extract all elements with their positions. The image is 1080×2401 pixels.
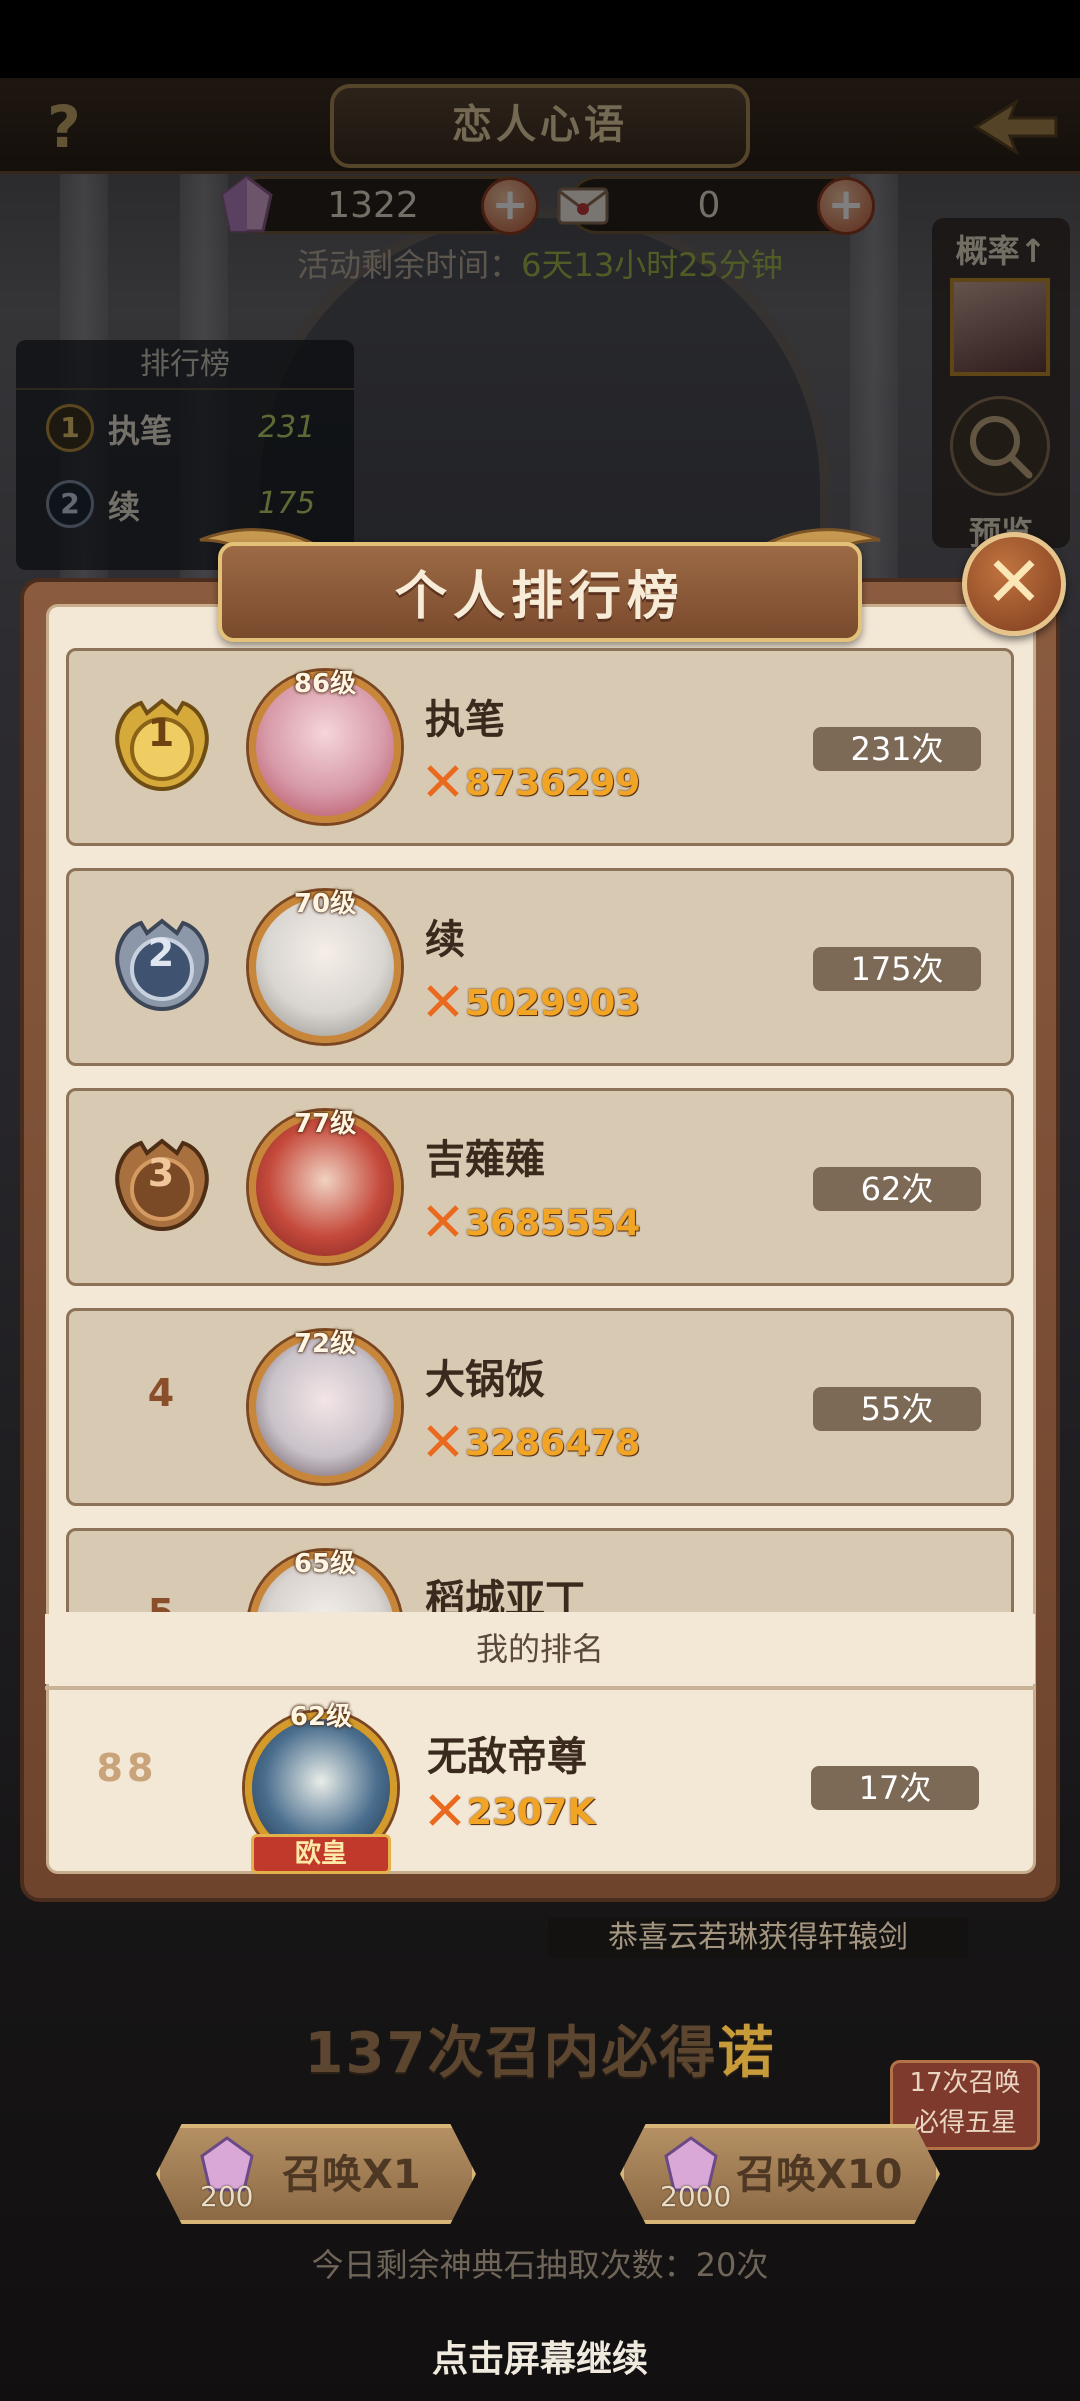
rank-number: 4 bbox=[147, 1371, 175, 1415]
crossed-swords-icon bbox=[427, 1205, 459, 1237]
my-name: 无敌帝尊 bbox=[427, 1734, 587, 1780]
player-power: 3685554 bbox=[425, 1203, 640, 1244]
close-icon: ✕ bbox=[984, 541, 1044, 623]
player-name: 吉薙薙 bbox=[425, 1137, 545, 1183]
player-power-value: 5029903 bbox=[465, 983, 641, 1024]
summon-x10-cost: 2000 bbox=[660, 2180, 732, 2213]
crossed-swords-icon bbox=[429, 1794, 461, 1826]
ranking-row[interactable]: 3 77级 吉薙薙 3685554 62次 bbox=[66, 1088, 1014, 1286]
player-power-value: 3286478 bbox=[465, 1423, 641, 1464]
player-name: 稻城亚丁 bbox=[425, 1577, 585, 1612]
my-rank-row[interactable]: 88 62级 欧皇 无敌帝尊 2307K 17次 bbox=[45, 1686, 1035, 1874]
ranking-row[interactable]: 1 86级 执笔 8736299 231次 bbox=[66, 648, 1014, 846]
player-level: 65级 bbox=[293, 1549, 357, 1579]
player-name: 续 bbox=[425, 917, 465, 963]
rank-number: 1 bbox=[147, 711, 175, 755]
ranking-row[interactable]: 4 72级 大锅饭 3286478 55次 bbox=[66, 1308, 1014, 1506]
my-level: 62级 bbox=[289, 1702, 353, 1732]
my-power-value: 2307K bbox=[467, 1792, 596, 1833]
guarantee-highlight: 诺 bbox=[717, 2021, 776, 2086]
rank-number: 2 bbox=[147, 931, 175, 975]
five-star-line1: 17次召唤 bbox=[909, 2068, 1021, 2098]
summon-x1-label: 召唤X1 bbox=[282, 2152, 421, 2198]
my-title-badge: 欧皇 bbox=[251, 1834, 391, 1874]
my-power: 2307K bbox=[427, 1792, 595, 1833]
ranking-list[interactable]: 1 86级 执笔 8736299 231次 2 70级 续 5029903 17… bbox=[66, 648, 1014, 1612]
summon-count: 62次 bbox=[813, 1167, 981, 1211]
my-rank-number: 88 bbox=[96, 1746, 158, 1790]
summon-x1-cost: 200 bbox=[200, 2180, 254, 2213]
player-power: 8736299 bbox=[425, 763, 640, 804]
player-level: 86级 bbox=[293, 669, 357, 699]
player-power: 3286478 bbox=[425, 1423, 640, 1464]
player-name: 大锅饭 bbox=[425, 1357, 545, 1403]
summon-x10-label: 召唤X10 bbox=[736, 2152, 903, 2198]
modal-title: 个人排行榜 bbox=[394, 567, 685, 627]
ranking-row[interactable]: 5 65级 稻城亚丁 bbox=[66, 1528, 1014, 1612]
summon-count: 175次 bbox=[813, 947, 981, 991]
summon-count: 55次 bbox=[813, 1387, 981, 1431]
tap-to-continue[interactable]: 点击屏幕继续 bbox=[0, 2330, 1080, 2382]
crossed-swords-icon bbox=[427, 765, 459, 797]
rank-number: 5 bbox=[109, 1591, 213, 1612]
player-power: 5029903 bbox=[425, 983, 640, 1024]
ranking-row[interactable]: 2 70级 续 5029903 175次 bbox=[66, 868, 1014, 1066]
player-power-value: 3685554 bbox=[465, 1203, 641, 1244]
remaining-draws: 今日剩余神典石抽取次数：20次 bbox=[311, 2246, 769, 2284]
guarantee-prefix: 137次召内必得 bbox=[304, 2021, 718, 2086]
status-bar bbox=[0, 0, 1080, 78]
rank-number: 3 bbox=[147, 1151, 175, 1195]
player-level: 72级 bbox=[293, 1329, 357, 1359]
close-button[interactable]: ✕ bbox=[962, 532, 1066, 636]
player-name: 执笔 bbox=[425, 697, 505, 743]
crossed-swords-icon bbox=[427, 1425, 459, 1457]
my-summon-count: 17次 bbox=[811, 1766, 979, 1810]
crossed-swords-icon bbox=[427, 985, 459, 1017]
summon-count: 231次 bbox=[813, 727, 981, 771]
player-power-value: 8736299 bbox=[465, 763, 641, 804]
announcement-banner: 恭喜云若琳获得轩辕剑 bbox=[548, 1918, 968, 1958]
player-level: 77级 bbox=[293, 1109, 357, 1139]
my-rank-label: 我的排名 bbox=[45, 1614, 1035, 1684]
player-level: 70级 bbox=[293, 889, 357, 919]
